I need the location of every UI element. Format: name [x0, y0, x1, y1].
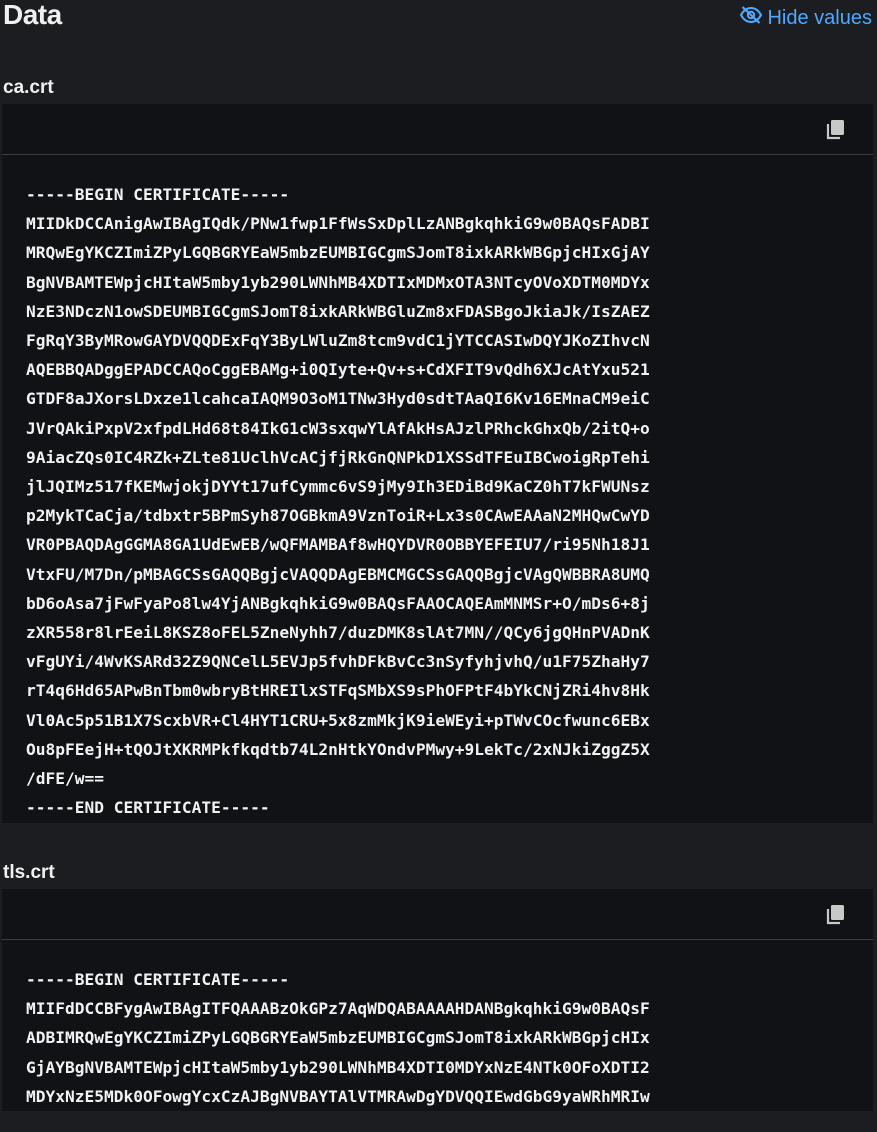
code-toolbar: [2, 889, 873, 940]
section-ca-crt: ca.crt -----BEGIN CERTIFICATE----- MIIDk…: [0, 66, 877, 823]
page-title: Data: [3, 0, 62, 30]
section-label: ca.crt: [3, 77, 54, 98]
copy-icon: [825, 905, 847, 928]
section-tls-crt: tls.crt -----BEGIN CERTIFICATE----- MIIF…: [0, 851, 877, 1112]
copy-button[interactable]: [825, 903, 847, 925]
data-header: Data Hide values: [0, 0, 877, 66]
certificate-content[interactable]: -----BEGIN CERTIFICATE----- MIIDkDCCAnig…: [2, 155, 873, 823]
code-block: -----BEGIN CERTIFICATE----- MIIDkDCCAnig…: [2, 104, 873, 823]
section-label: tls.crt: [3, 862, 55, 883]
code-toolbar: [2, 104, 873, 155]
hide-values-label: Hide values: [767, 6, 872, 29]
code-block: -----BEGIN CERTIFICATE----- MIIFdDCCBFyg…: [2, 889, 873, 1112]
hide-values-button[interactable]: Hide values: [739, 5, 872, 31]
copy-icon: [825, 120, 847, 143]
copy-button[interactable]: [825, 118, 847, 140]
certificate-content[interactable]: -----BEGIN CERTIFICATE----- MIIFdDCCBFyg…: [2, 940, 873, 1111]
eye-slash-icon: [739, 5, 763, 31]
